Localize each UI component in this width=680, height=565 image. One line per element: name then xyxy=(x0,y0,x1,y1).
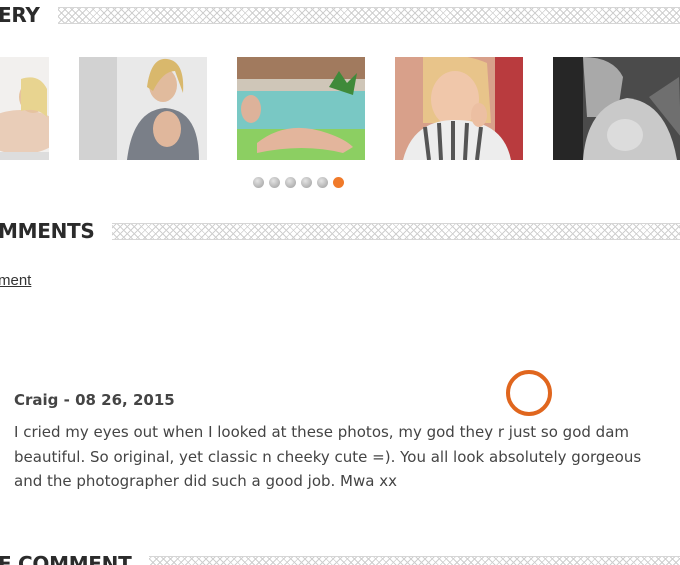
comments-heading-text: MMENTS xyxy=(0,219,95,243)
gallery-thumbnail[interactable] xyxy=(395,57,523,160)
carousel-dot-active[interactable] xyxy=(333,177,344,188)
comments-section-heading: MMENTS xyxy=(0,219,680,243)
comment-author-date: Craig - 08 26, 2015 xyxy=(14,391,175,409)
heading-divider xyxy=(149,555,680,565)
gallery-thumbnail[interactable] xyxy=(237,57,365,160)
gallery-thumbnail[interactable] xyxy=(553,57,680,160)
carousel-dot[interactable] xyxy=(253,177,264,188)
carousel-dot[interactable] xyxy=(269,177,280,188)
heading-divider xyxy=(112,222,680,240)
carousel-dot[interactable] xyxy=(317,177,328,188)
heading-divider xyxy=(57,6,680,24)
carousel-pagination xyxy=(253,177,344,188)
carousel-dot[interactable] xyxy=(285,177,296,188)
carousel-dot[interactable] xyxy=(301,177,312,188)
gallery-thumbnail[interactable] xyxy=(79,57,207,160)
gallery-carousel xyxy=(0,57,680,160)
page: ERY MMENTS ment Craig - 08 26, 2015 I cr… xyxy=(0,0,680,565)
leave-comment-section-heading: E COMMENT xyxy=(0,552,680,565)
touch-cursor-indicator xyxy=(506,370,552,416)
gallery-section-heading: ERY xyxy=(0,3,680,27)
gallery-thumbnail[interactable] xyxy=(0,57,49,160)
comment-body: I cried my eyes out when I looked at the… xyxy=(14,423,642,490)
leave-comment-heading-text: E COMMENT xyxy=(0,552,132,565)
add-comment-link[interactable]: ment xyxy=(0,272,31,289)
gallery-heading-text: ERY xyxy=(0,3,40,27)
